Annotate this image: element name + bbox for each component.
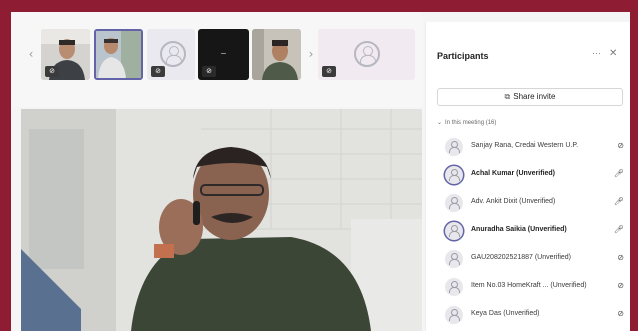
participant-row[interactable]: Sanjay Rana, Credai Western U.P. ⊘ xyxy=(434,137,624,157)
more-options-icon[interactable]: ··· xyxy=(592,48,601,58)
microphone-icon[interactable]: 🎤︎ xyxy=(614,225,624,234)
microphone-muted-icon: ⊘ xyxy=(202,66,216,77)
participant-video-thumb-active[interactable] xyxy=(94,29,143,80)
person-icon xyxy=(354,41,380,67)
participant-row[interactable]: Item No.03 HomeKraft ... (Unverified) ⊘ xyxy=(434,277,624,297)
avatar xyxy=(445,306,463,324)
participant-row[interactable]: Anuradha Saikia (Unverified) 🎤︎ xyxy=(434,221,624,241)
participant-name: Anuradha Saikia (Unverified) xyxy=(471,226,567,233)
avatar xyxy=(445,138,463,156)
avatar xyxy=(445,194,463,212)
participant-row[interactable]: Achal Kumar (Unverified) 🎤︎ xyxy=(434,165,624,185)
chevron-down-icon: ⌄ xyxy=(437,119,443,126)
participant-avatar-thumb[interactable]: ⊘ xyxy=(147,29,195,80)
participant-row[interactable]: Keya Das (Unverified) ⊘ xyxy=(434,305,624,325)
close-icon[interactable]: ✕ xyxy=(609,48,617,59)
participant-video-image xyxy=(96,31,141,78)
frame-right xyxy=(630,0,638,331)
participant-name: Sanjay Rana, Credai Western U.P. xyxy=(471,142,579,149)
participant-avatar-thumb[interactable]: ⊘ xyxy=(318,29,415,80)
microphone-muted-icon: ⊘ xyxy=(322,66,336,77)
participant-row[interactable]: Adv. Ankit Dixit (Unverified) 🎤︎ xyxy=(434,193,624,213)
share-invite-button[interactable]: ⧉ Share invite xyxy=(437,88,623,106)
panel-title: Participants xyxy=(437,51,489,61)
microphone-muted-icon[interactable]: ⊘ xyxy=(617,141,624,150)
microphone-muted-icon[interactable]: ⊘ xyxy=(617,309,624,318)
main-speaker-video[interactable] xyxy=(21,109,422,331)
person-icon xyxy=(160,41,186,67)
speaker-video-image xyxy=(21,109,422,331)
share-icon: ⧉ xyxy=(504,92,511,101)
share-invite-label: Share invite xyxy=(513,92,556,101)
microphone-icon[interactable]: 🎤︎ xyxy=(614,197,624,206)
participant-name: GAU208202521887 (Unverified) xyxy=(471,254,572,261)
participant-name: Achal Kumar (Unverified) xyxy=(471,170,556,177)
frame-left xyxy=(0,0,11,331)
frame-top xyxy=(0,0,638,12)
participant-video-thumb[interactable]: ⊘ xyxy=(198,29,249,80)
screen-dash xyxy=(221,53,226,54)
microphone-muted-icon: ⊘ xyxy=(45,66,59,77)
in-meeting-section-header[interactable]: ⌄ In this meeting (16) xyxy=(437,119,496,126)
microphone-icon[interactable]: 🎤︎ xyxy=(614,169,624,178)
avatar xyxy=(445,166,463,184)
microphone-muted-icon[interactable]: ⊘ xyxy=(617,253,624,262)
section-label: In this meeting (16) xyxy=(445,120,497,126)
avatar xyxy=(445,250,463,268)
participant-name: Item No.03 HomeKraft ... (Unverified) xyxy=(471,282,587,289)
participant-name: Adv. Ankit Dixit (Unverified) xyxy=(471,198,556,205)
microphone-muted-icon[interactable]: ⊘ xyxy=(617,281,624,290)
participant-video-image xyxy=(252,29,301,80)
video-thumbnail-strip: ‹ ⊘ ⊘ ⊘ › ⊘ xyxy=(11,12,422,107)
microphone-muted-icon: ⊘ xyxy=(151,66,165,77)
avatar xyxy=(445,222,463,240)
participant-name: Keya Das (Unverified) xyxy=(471,310,540,317)
participant-video-thumb[interactable] xyxy=(252,29,301,80)
meeting-stage: ‹ ⊘ ⊘ ⊘ › ⊘ Participants ··· ✕ ⧉ Share i… xyxy=(11,12,630,331)
participant-video-thumb[interactable]: ⊘ xyxy=(41,29,90,80)
participant-row[interactable]: GAU208202521887 (Unverified) ⊘ xyxy=(434,249,624,269)
chevron-right-icon[interactable]: › xyxy=(304,42,318,66)
chevron-left-icon[interactable]: ‹ xyxy=(24,42,38,66)
avatar xyxy=(445,278,463,296)
participants-panel: Participants ··· ✕ ⧉ Share invite ⌄ In thi… xyxy=(425,22,630,331)
